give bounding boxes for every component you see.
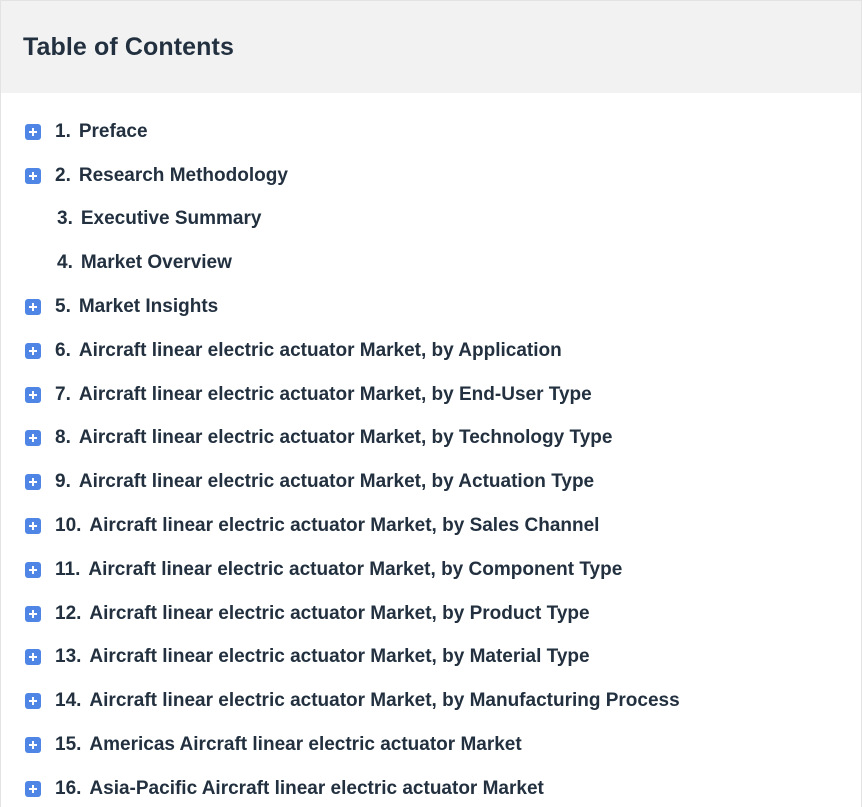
toc-item-number: 16. xyxy=(55,777,82,799)
toc-item-number: 6. xyxy=(55,339,71,361)
toc-item-label: Aircraft linear electric actuator Market… xyxy=(78,339,562,361)
toc-item-number: 14. xyxy=(55,690,82,712)
toc-item-label: Aircraft linear electric actuator Market… xyxy=(89,690,680,712)
toc-item-label: Aircraft linear electric actuator Market… xyxy=(78,383,592,405)
toc-item-number: 13. xyxy=(55,646,82,668)
toc-item-by-component-type[interactable]: 11. Aircraft linear electric actuator Ma… xyxy=(1,548,861,592)
plus-square-icon[interactable] xyxy=(25,737,41,754)
toc-item-by-actuation-type[interactable]: 9. Aircraft linear electric actuator Mar… xyxy=(1,460,861,504)
toc-item-by-material-type[interactable]: 13. Aircraft linear electric actuator Ma… xyxy=(1,636,861,680)
toc-item-number: 7. xyxy=(55,383,71,405)
toc-item-label: Asia-Pacific Aircraft linear electric ac… xyxy=(89,777,544,799)
plus-square-icon[interactable] xyxy=(25,386,41,403)
toc-item-label: Market Insights xyxy=(78,296,219,318)
toc-item-market-overview[interactable]: 4. Market Overview xyxy=(1,241,861,285)
toc-item-label: Aircraft linear electric actuator Market… xyxy=(89,646,590,668)
toc-item-number: 12. xyxy=(55,602,82,624)
toc-item-label: Market Overview xyxy=(80,252,232,274)
plus-square-icon[interactable] xyxy=(25,167,41,184)
toc-item-by-technology-type[interactable]: 8. Aircraft linear electric actuator Mar… xyxy=(1,417,861,461)
toc-item-by-application[interactable]: 6. Aircraft linear electric actuator Mar… xyxy=(1,329,861,373)
toc-item-label: Aircraft linear electric actuator Market… xyxy=(78,471,595,493)
toc-item-research-methodology[interactable]: 2. Research Methodology xyxy=(1,154,861,198)
plus-square-icon[interactable] xyxy=(25,780,41,797)
toc-item-by-manufacturing-process[interactable]: 14. Aircraft linear electric actuator Ma… xyxy=(1,679,861,723)
toc-header: Table of Contents xyxy=(1,1,861,93)
toc-item-number: 5. xyxy=(55,296,71,318)
toc-title: Table of Contents xyxy=(23,32,234,61)
toc-item-number: 3. xyxy=(57,208,73,230)
plus-square-icon[interactable] xyxy=(25,605,41,622)
toc-item-number: 1. xyxy=(55,120,71,142)
toc-item-label: Research Methodology xyxy=(78,164,288,186)
toc-item-by-end-user-type[interactable]: 7. Aircraft linear electric actuator Mar… xyxy=(1,373,861,417)
toc-item-number: 9. xyxy=(55,471,71,493)
plus-square-icon[interactable] xyxy=(25,123,41,140)
toc-item-number: 11. xyxy=(55,558,81,580)
plus-square-icon[interactable] xyxy=(25,518,41,535)
toc-item-by-sales-channel[interactable]: 10. Aircraft linear electric actuator Ma… xyxy=(1,504,861,548)
toc-item-americas[interactable]: 15. Americas Aircraft linear electric ac… xyxy=(1,723,861,767)
toc-item-preface[interactable]: 1. Preface xyxy=(1,110,861,154)
toc-item-label: Americas Aircraft linear electric actuat… xyxy=(89,734,522,756)
toc-item-asia-pacific[interactable]: 16. Asia-Pacific Aircraft linear electri… xyxy=(1,767,861,807)
toc-item-by-product-type[interactable]: 12. Aircraft linear electric actuator Ma… xyxy=(1,592,861,636)
toc-item-label: Executive Summary xyxy=(80,208,262,230)
toc-item-label: Aircraft linear electric actuator Market… xyxy=(88,558,623,580)
toc-item-number: 2. xyxy=(55,164,71,186)
plus-square-icon[interactable] xyxy=(25,649,41,666)
toc-item-market-insights[interactable]: 5. Market Insights xyxy=(1,285,861,329)
plus-square-icon[interactable] xyxy=(25,474,41,491)
toc-item-label: Aircraft linear electric actuator Market… xyxy=(89,515,600,537)
toc-item-executive-summary[interactable]: 3. Executive Summary xyxy=(1,198,861,242)
toc-item-label: Aircraft linear electric actuator Market… xyxy=(89,602,590,624)
plus-square-icon[interactable] xyxy=(25,299,41,316)
toc-panel: Table of Contents 1. Preface 2. Research… xyxy=(0,0,862,807)
plus-square-icon[interactable] xyxy=(25,561,41,578)
plus-square-icon[interactable] xyxy=(25,693,41,710)
toc-item-label: Preface xyxy=(78,120,148,142)
toc-item-number: 15. xyxy=(55,734,82,756)
plus-square-icon[interactable] xyxy=(25,342,41,359)
toc-list: 1. Preface 2. Research Methodology 3. Ex… xyxy=(1,93,861,807)
toc-item-number: 4. xyxy=(57,252,73,274)
plus-square-icon[interactable] xyxy=(25,430,41,447)
toc-item-label: Aircraft linear electric actuator Market… xyxy=(78,427,613,449)
toc-item-number: 8. xyxy=(55,427,71,449)
toc-item-number: 10. xyxy=(55,515,82,537)
